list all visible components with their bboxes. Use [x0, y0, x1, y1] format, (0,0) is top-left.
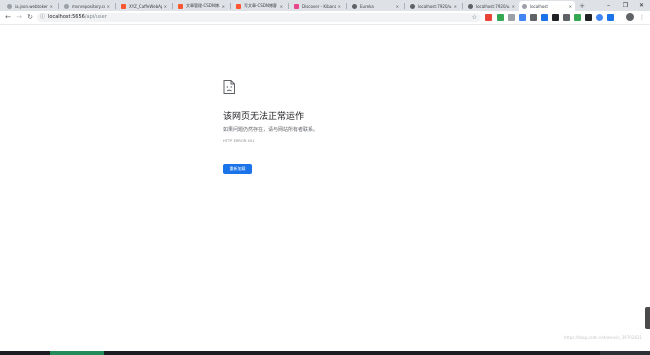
tab-6[interactable]: Discover - Kibana ✕: [291, 1, 344, 11]
tab-strip: ia.json.webtoken... ✕ mvnrepository.co..…: [0, 0, 650, 11]
close-window-button[interactable]: ✕: [633, 0, 650, 11]
globe-icon: [468, 3, 473, 9]
extension-icon[interactable]: [508, 14, 515, 21]
globe-icon: [64, 3, 69, 9]
close-icon[interactable]: ✕: [338, 4, 341, 9]
extension-icon[interactable]: [563, 14, 570, 21]
tab-title: Discover - Kibana: [302, 3, 336, 9]
csdn-icon: [178, 3, 183, 9]
extension-icon[interactable]: [607, 14, 614, 21]
close-icon[interactable]: ✕: [222, 4, 225, 9]
tab-divider: [346, 3, 347, 9]
new-tab-button[interactable]: +: [577, 1, 587, 11]
browser-toolbar: ← → ↻ ⓘ localhost:5656/api/user ☆ ⋮: [0, 11, 650, 25]
tab-2[interactable]: mvnrepository.co... ✕: [61, 1, 113, 11]
reload-icon[interactable]: ↻: [25, 11, 35, 24]
tab-5[interactable]: 写文章-CSDN博客 ✕: [233, 1, 286, 11]
error-description: 如果问题仍然存在，请与网站所有者联系。: [223, 127, 319, 133]
tab-title: Eureka: [360, 3, 374, 9]
kibana-icon: [294, 3, 299, 9]
close-icon[interactable]: ✕: [280, 4, 283, 9]
tab-divider: [58, 3, 59, 9]
bookmark-star-icon[interactable]: ☆: [472, 13, 477, 22]
tab-divider: [172, 3, 173, 9]
tab-title: localhost:7920/u...: [476, 3, 510, 9]
tab-title: localhost: [530, 3, 548, 9]
globe-icon: [410, 3, 415, 9]
tab-title: 文章管理-CSDN博...: [186, 3, 220, 8]
extension-icon[interactable]: [530, 14, 537, 21]
globe-icon: [522, 3, 527, 9]
tab-9[interactable]: localhost:7920/u... ✕: [465, 1, 518, 11]
tab-divider: [462, 3, 463, 9]
tab-divider: [230, 3, 231, 9]
address-bar[interactable]: ⓘ localhost:5656/api/user ☆: [37, 13, 481, 22]
tab-3[interactable]: XYZ_CaffeWebApi... ✕: [118, 1, 170, 11]
close-icon[interactable]: ✕: [454, 4, 457, 9]
watermark: https://blog.csdn.net/weixin_39702831: [563, 335, 642, 340]
error-code: HTTP ERROR 401: [223, 139, 255, 143]
globe-icon: [352, 3, 357, 9]
tab-divider: [404, 3, 405, 9]
site-info-icon[interactable]: ⓘ: [40, 13, 45, 22]
tab-title: 写文章-CSDN博客: [244, 3, 277, 8]
tab-divider: [115, 3, 116, 9]
extension-icon[interactable]: [519, 14, 526, 21]
close-icon[interactable]: ✕: [396, 4, 399, 9]
extension-icon[interactable]: [541, 14, 548, 21]
tab-localhost-active[interactable]: localhost ✕: [519, 1, 575, 11]
csdn-icon: [121, 3, 126, 9]
extension-icon[interactable]: [585, 14, 592, 21]
extension-icon[interactable]: [574, 14, 581, 21]
url-text[interactable]: localhost:5656/api/user: [48, 13, 107, 22]
tab-8[interactable]: localhost:7920/u... ✕: [407, 1, 460, 11]
tab-7[interactable]: Eureka ✕: [349, 1, 402, 11]
close-icon[interactable]: ✕: [107, 4, 110, 9]
reload-button[interactable]: 重新加载: [223, 164, 252, 174]
tab-divider: [288, 3, 289, 9]
tab-title: ia.json.webtoken...: [15, 3, 48, 9]
google-extension-icon[interactable]: [596, 14, 603, 21]
taskbar-active-app[interactable]: [50, 351, 104, 355]
minimize-button[interactable]: –: [600, 0, 617, 11]
tab-title: localhost:7920/u...: [418, 3, 452, 9]
more-menu-icon[interactable]: ⋮: [639, 11, 645, 24]
back-button[interactable]: ←: [3, 11, 13, 24]
sad-page-icon: [223, 80, 235, 94]
os-taskbar: [0, 351, 650, 355]
close-icon[interactable]: ✕: [569, 4, 572, 9]
side-panel-handle[interactable]: [645, 307, 650, 329]
error-title: 该网页无法正常运作: [223, 112, 305, 122]
extension-icon[interactable]: [497, 14, 504, 21]
close-icon[interactable]: ✕: [50, 4, 53, 9]
globe-icon: [7, 3, 12, 9]
maximize-button[interactable]: ❐: [617, 0, 634, 11]
close-icon[interactable]: ✕: [164, 4, 167, 9]
tab-title: mvnrepository.co...: [72, 3, 105, 9]
csdn-icon: [236, 3, 241, 9]
url-host: localhost:5656: [48, 14, 85, 20]
close-icon[interactable]: ✕: [512, 4, 515, 9]
tab-title: XYZ_CaffeWebApi...: [129, 3, 162, 9]
forward-button[interactable]: →: [14, 11, 24, 24]
url-path: /api/user: [84, 14, 107, 20]
tab-4[interactable]: 文章管理-CSDN博... ✕: [175, 1, 228, 11]
profile-avatar[interactable]: [626, 13, 634, 21]
extension-icon[interactable]: [552, 14, 559, 21]
tab-1[interactable]: ia.json.webtoken... ✕: [4, 1, 56, 11]
extension-icon[interactable]: [485, 14, 492, 21]
system-tray[interactable]: [600, 351, 650, 355]
